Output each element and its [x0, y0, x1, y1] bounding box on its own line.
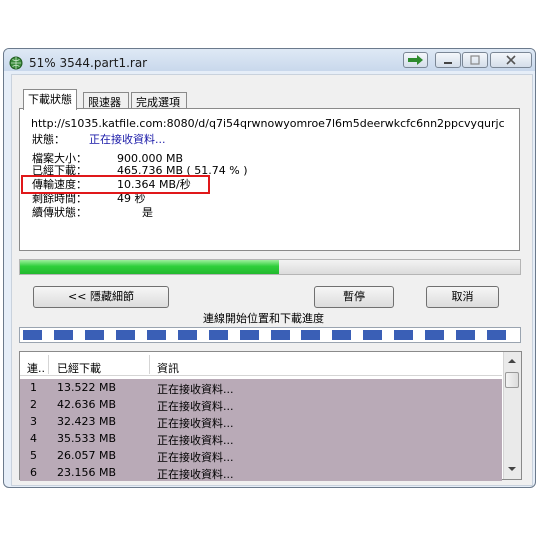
window-title: 51% 3544.part1.rar	[29, 56, 148, 70]
column-divider[interactable]	[48, 355, 49, 374]
connection-segment	[116, 330, 135, 340]
cancel-button[interactable]: 取消	[426, 286, 499, 308]
scroll-up-icon[interactable]	[506, 356, 518, 366]
resume-status-label: 續傳狀態：	[32, 206, 87, 219]
row-connection-id: 3	[30, 415, 37, 428]
minimize-icon	[444, 62, 452, 64]
status-value: 正在接收資料...	[89, 133, 166, 146]
row-info: 正在接收資料...	[157, 400, 234, 413]
resume-status-value: 是	[142, 206, 153, 219]
connection-segment	[487, 330, 506, 340]
close-icon	[506, 55, 516, 65]
row-connection-id: 5	[30, 449, 37, 462]
connection-segment	[425, 330, 444, 340]
row-connection-id: 2	[30, 398, 37, 411]
hide-details-button[interactable]: << 隱藏細節	[33, 286, 169, 308]
row-downloaded: 13.522 MB	[57, 381, 117, 394]
pause-button[interactable]: 暫停	[314, 286, 394, 308]
tab-completion-options[interactable]: 完成選項	[131, 92, 187, 109]
arrow-right-icon	[408, 55, 423, 65]
send-to-tray-button[interactable]	[403, 52, 428, 68]
connection-segment	[394, 330, 413, 340]
connection-segment	[54, 330, 73, 340]
row-info: 正在接收資料...	[157, 417, 234, 430]
column-divider[interactable]	[149, 355, 150, 374]
download-progress-fill	[20, 260, 279, 274]
close-button[interactable]	[490, 52, 532, 68]
row-connection-id: 6	[30, 466, 37, 479]
column-header-downloaded[interactable]: 已經下載	[57, 360, 101, 376]
app-globe-icon	[9, 56, 23, 70]
column-header-connection[interactable]: 連..	[27, 360, 45, 376]
maximize-button[interactable]	[462, 52, 488, 68]
row-downloaded: 35.533 MB	[57, 432, 117, 445]
row-downloaded: 26.057 MB	[57, 449, 117, 462]
row-connection-id: 1	[30, 381, 37, 394]
connection-segment	[23, 330, 42, 340]
download-url: http://s1035.katfile.com:8080/d/q7i54qrw…	[31, 117, 505, 130]
row-downloaded: 32.423 MB	[57, 415, 117, 428]
connection-segment	[271, 330, 290, 340]
row-info: 正在接收資料...	[157, 468, 234, 481]
connection-segment	[209, 330, 228, 340]
scroll-thumb[interactable]	[505, 372, 519, 388]
highlight-box	[21, 175, 210, 194]
maximize-icon	[470, 55, 480, 65]
connection-segment	[363, 330, 382, 340]
row-info: 正在接收資料...	[157, 434, 234, 447]
minimize-button[interactable]	[435, 52, 461, 68]
scroll-down-icon[interactable]	[506, 464, 518, 474]
row-info: 正在接收資料...	[157, 383, 234, 396]
connection-segment	[240, 330, 259, 340]
row-info: 正在接收資料...	[157, 451, 234, 464]
connection-segment	[85, 330, 104, 340]
connection-segment	[147, 330, 166, 340]
column-header-info[interactable]: 資訊	[157, 360, 179, 376]
row-downloaded: 23.156 MB	[57, 466, 117, 479]
connection-segment	[301, 330, 320, 340]
tab-download-status[interactable]: 下載狀態	[23, 89, 77, 110]
row-downloaded: 42.636 MB	[57, 398, 117, 411]
tab-speed-limiter[interactable]: 限速器	[83, 92, 129, 109]
connection-segment	[332, 330, 351, 340]
segments-caption: 連線開始位置和下載進度	[203, 312, 324, 325]
connection-segment	[456, 330, 475, 340]
row-connection-id: 4	[30, 432, 37, 445]
connection-segment	[178, 330, 197, 340]
status-label: 狀態：	[32, 133, 65, 146]
